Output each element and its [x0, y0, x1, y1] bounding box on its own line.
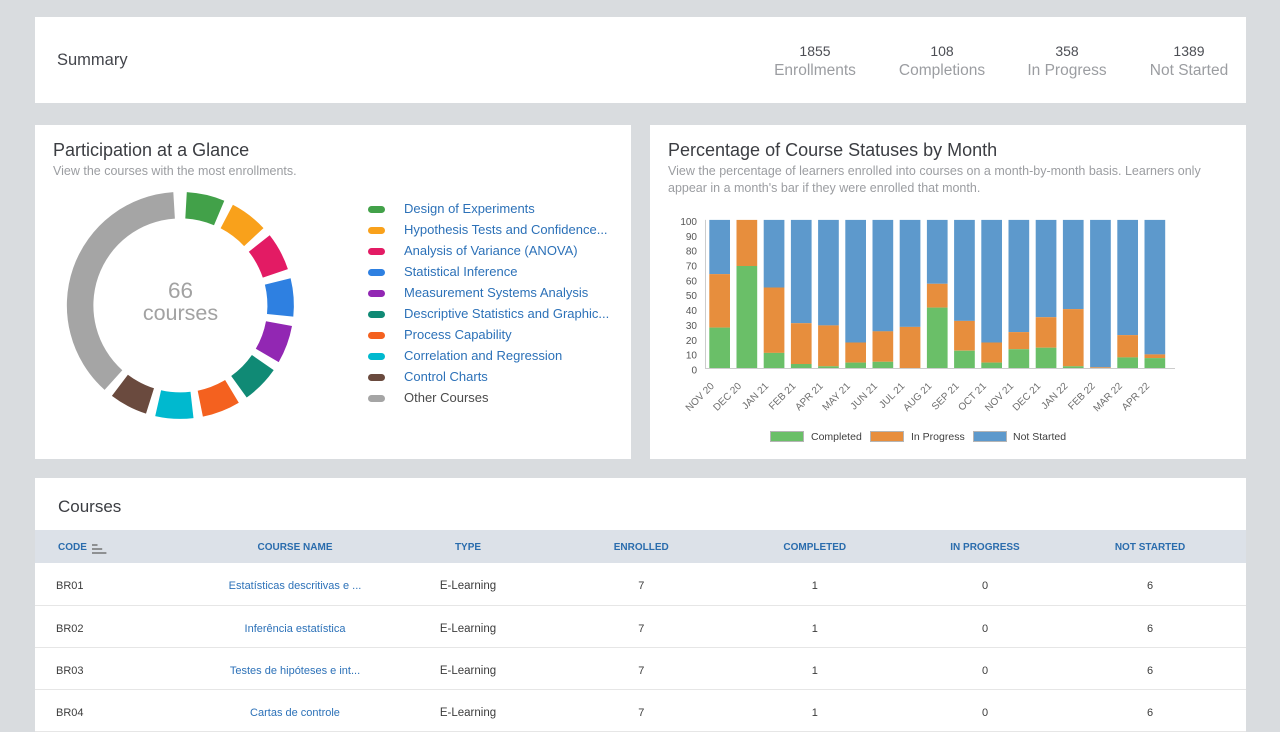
svg-text:APR 22: APR 22	[1120, 381, 1152, 413]
svg-text:30: 30	[686, 321, 698, 332]
svg-text:AUG 21: AUG 21	[901, 381, 934, 414]
svg-text:40: 40	[686, 306, 698, 317]
svg-text:70: 70	[686, 262, 698, 273]
svg-text:JAN 22: JAN 22	[1039, 381, 1070, 412]
svg-text:MAR 22: MAR 22	[1092, 381, 1126, 415]
svg-text:10: 10	[686, 351, 698, 362]
svg-text:0: 0	[691, 366, 697, 377]
svg-text:DEC 20: DEC 20	[711, 381, 744, 414]
svg-text:MAY 21: MAY 21	[821, 381, 854, 414]
svg-text:JAN 21: JAN 21	[740, 381, 771, 412]
svg-text:80: 80	[686, 247, 698, 258]
svg-text:100: 100	[680, 217, 697, 228]
svg-text:NOV 21: NOV 21	[983, 381, 1016, 414]
svg-text:APR 21: APR 21	[793, 381, 825, 413]
svg-text:50: 50	[686, 291, 698, 302]
svg-text:SEP 21: SEP 21	[930, 381, 962, 413]
svg-text:20: 20	[686, 336, 698, 347]
svg-text:JUN 21: JUN 21	[849, 381, 881, 413]
svg-text:90: 90	[686, 232, 698, 243]
svg-text:FEB 21: FEB 21	[767, 381, 799, 413]
svg-text:DEC 21: DEC 21	[1011, 381, 1044, 414]
svg-text:60: 60	[686, 276, 698, 287]
svg-text:NOV 20: NOV 20	[684, 381, 717, 414]
